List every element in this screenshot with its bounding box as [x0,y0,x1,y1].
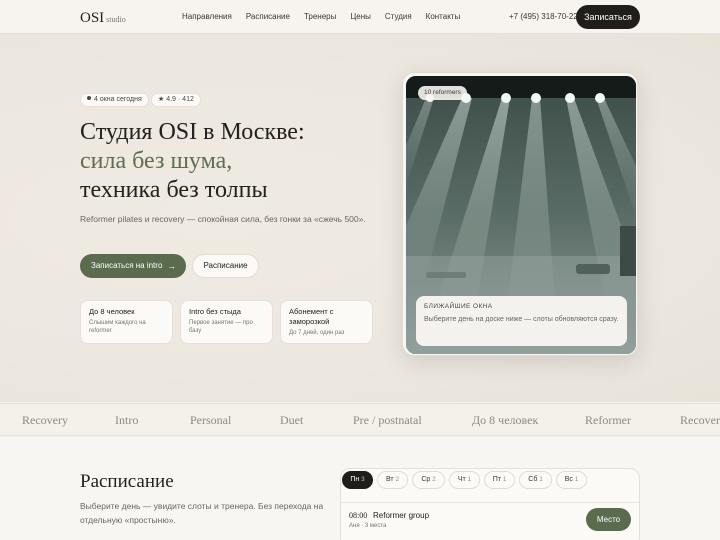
day-tab-tue[interactable]: Вт 2 [377,471,408,489]
feature-card-title: До 8 человек [89,307,135,316]
nav-item-contacts[interactable]: Контакты [426,12,461,21]
windows-today-badge: 4 окна сегодня [80,93,149,107]
slot-time: 08:00 [349,511,368,520]
marquee-item: До 8 человек [472,413,539,427]
nav-item-studio[interactable]: Студия [385,12,412,21]
book-slot-button[interactable]: Место [586,508,631,531]
marquee-item: Personal [190,413,232,427]
feature-card-subtitle: Первое занятие — про базу [189,320,253,334]
nav-item-prices[interactable]: Цены [350,12,371,21]
status-dot-icon [87,96,91,101]
feature-card-group-size: До 8 человек Слышим каждого на reformer [80,300,173,344]
day-tab-sat[interactable]: Сб 1 [519,471,552,489]
nav-item-schedule[interactable]: Расписание [246,12,290,21]
marquee-item: Recovery [22,413,68,427]
day-tab-fri[interactable]: Пт 1 [484,471,515,489]
day-tab-wed[interactable]: Ср 2 [412,471,445,489]
day-count: 3 [361,477,365,483]
nearest-slots-caption: БЛИЖАЙШИЕ ОКНА [424,303,493,310]
hero-lead: Reformer pilates и recovery — спокойная … [80,214,366,224]
hero-title-line2: сила без шума, [80,148,233,174]
signup-intro-button[interactable]: Записаться на intro → [80,254,186,278]
signup-intro-label: Записаться на intro [91,261,163,270]
day-count: 1 [574,477,579,483]
schedule-title: Расписание [80,471,174,492]
day-count: 1 [502,477,507,483]
day-count: 2 [432,477,436,483]
reformers-count-badge: 10 reformers [418,86,467,100]
marquee-item: Pre / postnatal [353,413,422,427]
directions-marquee: Recovery Intro Personal Duet Pre / postn… [0,403,720,436]
phone-link[interactable]: +7 (495) 318-70-22 [509,12,578,21]
day-count: 1 [467,477,472,483]
hero-title-line3: техника без толпы [80,177,268,203]
marquee-item: Recovery [680,413,720,427]
site-header: OSI studio Направления Расписание Тренеры… [0,0,720,34]
arrow-right-icon: → [167,261,176,271]
rating-badge: ★ 4.9 · 412 [151,93,201,107]
nav-item-directions[interactable]: Направления [182,12,232,21]
feature-card-title: Intro без стыда [189,307,241,316]
nav-item-trainers[interactable]: Тренеры [304,12,336,21]
feature-card-membership: Абонемент с заморозкой До 7 дней, один р… [280,300,373,344]
logo[interactable]: OSI studio [80,10,126,27]
schedule-description: Выберите день — увидите слоты и тренера.… [80,501,324,525]
day-count: 2 [395,477,399,483]
schedule-slot-row: 08:00 Reformer group Аня · 3 места Место [341,502,639,538]
studio-photo-frame: 10 reformers БЛИЖАЙШИЕ ОКНА Выберите ден… [402,72,638,356]
day-label: Ср [421,476,431,483]
day-label: Чт [457,476,466,483]
hero-title-line1: Студия OSI в Москве: [80,119,305,145]
nearest-slots-card: БЛИЖАЙШИЕ ОКНА Выберите день на доске ни… [416,296,627,346]
nearest-slots-text: Выберите день на доске ниже — слоты обно… [424,316,619,323]
day-label: Пн [350,476,360,483]
day-count: 1 [539,477,543,483]
feature-card-title: Абонемент с заморозкой [289,307,334,326]
logo-suffix: studio [106,15,126,24]
logo-text: OSI [80,10,105,26]
main-nav: Направления Расписание Тренеры Цены Студ… [182,12,460,21]
slot-meta: Аня · 3 места [349,523,387,529]
day-tab-sun[interactable]: Вс 1 [556,471,587,489]
day-tab-thu[interactable]: Чт 1 [449,471,480,489]
windows-today-text: 4 окна сегодня [94,96,142,103]
schedule-button[interactable]: Расписание [192,254,259,278]
marquee-item: Reformer [585,413,631,427]
studio-photo: 10 reformers БЛИЖАЙШИЕ ОКНА Выберите ден… [406,76,636,354]
day-label: Вт [386,476,394,483]
day-label: Пт [492,476,501,483]
day-label: Вс [564,476,573,483]
hero-title: Студия OSI в Москве: сила без шума, техн… [80,118,305,205]
marquee-item: Duet [280,413,304,427]
feature-card-subtitle: Слышим каждого на reformer [89,320,146,334]
day-tab-mon[interactable]: Пн 3 [342,471,373,489]
marquee-item: Intro [115,413,139,427]
feature-card-subtitle: До 7 дней, один раз [289,330,345,336]
day-label: Сб [528,476,538,483]
slot-name: Reformer group [373,511,430,520]
header-signup-button[interactable]: Записаться [576,5,640,29]
feature-card-intro: Intro без стыда Первое занятие — про баз… [180,300,273,344]
